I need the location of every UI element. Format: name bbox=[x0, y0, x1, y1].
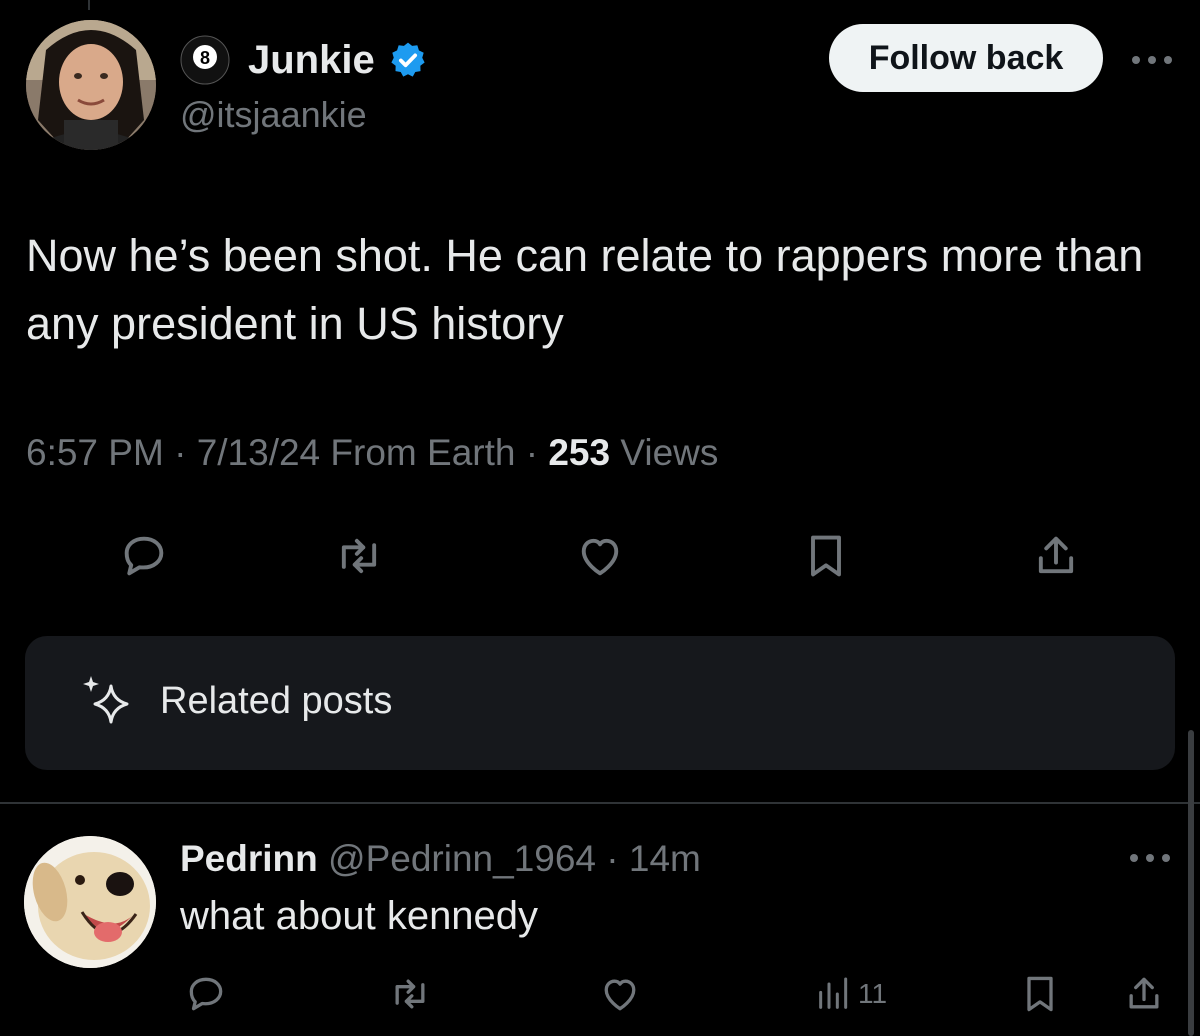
tweet-time[interactable]: 6:57 PM bbox=[26, 432, 164, 473]
reply-text: what about kennedy bbox=[180, 894, 539, 938]
reply-more-options-icon[interactable] bbox=[1128, 848, 1172, 868]
reply-views-count: 11 bbox=[858, 978, 888, 1009]
like-icon[interactable] bbox=[598, 972, 642, 1016]
tweet-source: From Earth bbox=[330, 432, 516, 473]
views-count: 253 bbox=[548, 432, 611, 473]
views-label: Views bbox=[620, 432, 719, 473]
bookmark-icon[interactable] bbox=[1018, 972, 1062, 1016]
header-separator: · bbox=[606, 838, 629, 879]
tweet-meta: 6:57 PM · 7/13/24 From Earth · 253 Views bbox=[26, 432, 718, 474]
bookmark-icon[interactable] bbox=[800, 530, 852, 582]
tweet-date[interactable]: 7/13/24 bbox=[197, 432, 320, 473]
author-handle[interactable]: @itsjaankie bbox=[180, 94, 367, 136]
author-avatar-image bbox=[26, 20, 156, 150]
post-detail-page: 8 Junkie @itsjaankie Follow back Now he’… bbox=[0, 0, 1200, 1036]
reply-icon[interactable] bbox=[118, 530, 170, 582]
reply-timestamp[interactable]: 14m bbox=[629, 838, 701, 879]
like-icon[interactable] bbox=[574, 530, 626, 582]
thread-connector bbox=[88, 0, 90, 10]
reply-avatar-image bbox=[24, 836, 156, 968]
retweet-icon[interactable] bbox=[333, 530, 385, 582]
follow-back-button[interactable]: Follow back bbox=[829, 24, 1103, 92]
share-icon[interactable] bbox=[1030, 530, 1082, 582]
author-avatar[interactable] bbox=[26, 20, 156, 150]
meta-separator: · bbox=[174, 432, 197, 473]
related-posts-card[interactable]: Related posts bbox=[25, 636, 1175, 770]
8-ball-icon: 8 bbox=[180, 35, 230, 85]
reply-display-name[interactable]: Pedrinn bbox=[180, 838, 318, 879]
verified-badge-icon[interactable] bbox=[389, 41, 427, 79]
scrollbar[interactable] bbox=[1188, 730, 1194, 1036]
reply-header: Pedrinn @Pedrinn_1964 · 14m bbox=[180, 838, 701, 880]
reply-handle[interactable]: @Pedrinn_1964 bbox=[328, 838, 596, 879]
author-display-name[interactable]: Junkie bbox=[248, 38, 375, 83]
author-name-row: 8 Junkie bbox=[180, 34, 427, 86]
meta-separator: · bbox=[525, 432, 549, 473]
divider bbox=[0, 802, 1200, 804]
more-options-icon[interactable] bbox=[1130, 50, 1174, 70]
reply-views[interactable]: 11 bbox=[814, 972, 887, 1016]
svg-text:8: 8 bbox=[200, 48, 210, 68]
retweet-icon[interactable] bbox=[388, 972, 432, 1016]
reply-icon[interactable] bbox=[184, 972, 228, 1016]
share-icon[interactable] bbox=[1122, 972, 1166, 1016]
related-posts-label: Related posts bbox=[160, 680, 393, 722]
views-icon bbox=[819, 977, 848, 1009]
reply-author-avatar[interactable] bbox=[24, 836, 156, 968]
sparkle-icon bbox=[83, 676, 129, 724]
tweet-text: Now he’s been shot. He can relate to rap… bbox=[26, 230, 1144, 349]
